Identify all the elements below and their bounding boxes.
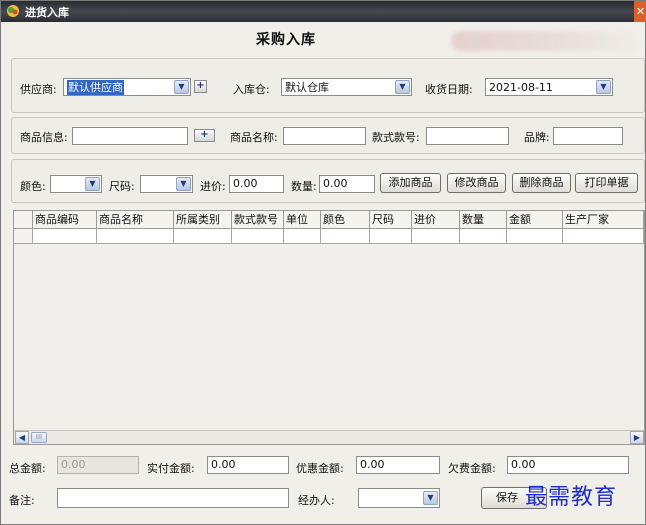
warehouse-value: 默认仓库: [285, 81, 329, 94]
table-cell[interactable]: [412, 229, 460, 244]
row-indicator: [14, 229, 33, 244]
row-indicator-header: [14, 211, 33, 229]
table-cell[interactable]: [284, 229, 321, 244]
col-product-code[interactable]: 商品编码: [33, 211, 97, 229]
col-color[interactable]: 颜色: [321, 211, 370, 229]
table-header: 商品编码 商品名称 所属类别 款式款号 单位 颜色 尺码 进价 数量 金额 生产…: [14, 211, 644, 229]
scrollbar-thumb[interactable]: III: [31, 432, 47, 443]
add-supplier-button[interactable]: +: [194, 80, 207, 93]
chevron-down-icon[interactable]: ▼: [423, 491, 438, 505]
col-price[interactable]: 进价: [412, 211, 460, 229]
quantity-input[interactable]: 0.00: [319, 175, 375, 193]
table-cell[interactable]: [370, 229, 412, 244]
table-cell[interactable]: [174, 229, 232, 244]
supplier-value: 默认供应商: [67, 80, 124, 95]
chevron-down-icon[interactable]: ▼: [174, 80, 189, 94]
col-manufacturer[interactable]: 生产厂家: [563, 211, 644, 229]
chevron-down-icon[interactable]: ▼: [395, 80, 410, 94]
chevron-down-icon[interactable]: ▼: [176, 177, 191, 191]
product-info-input[interactable]: [72, 127, 188, 145]
col-style-number[interactable]: 款式款号: [232, 211, 284, 229]
delete-product-button[interactable]: 删除商品: [512, 173, 571, 193]
discount-amount-label: 优惠金额:: [296, 462, 344, 475]
col-amount[interactable]: 金额: [507, 211, 563, 229]
col-category[interactable]: 所属类别: [174, 211, 232, 229]
window-title: 进货入库: [25, 6, 69, 19]
add-product-button[interactable]: 添加商品: [380, 173, 441, 193]
table-cell[interactable]: [97, 229, 174, 244]
handler-select[interactable]: ▼: [358, 488, 440, 508]
edit-product-button[interactable]: 修改商品: [447, 173, 506, 193]
warehouse-label: 入库仓:: [233, 83, 270, 96]
table-cell[interactable]: [232, 229, 284, 244]
arrow-right-icon[interactable]: ▶: [630, 431, 644, 444]
date-picker[interactable]: 2021-08-11 ▼: [485, 78, 613, 96]
paid-amount-label: 实付金额:: [147, 462, 195, 475]
style-number-label: 款式款号:: [372, 131, 420, 144]
table-cell[interactable]: [507, 229, 563, 244]
size-select[interactable]: ▼: [140, 175, 193, 193]
handler-label: 经办人:: [298, 494, 335, 507]
col-product-name[interactable]: 商品名称: [97, 211, 174, 229]
col-size[interactable]: 尺码: [370, 211, 412, 229]
color-select[interactable]: ▼: [50, 175, 102, 193]
discount-amount-input[interactable]: 0.00: [356, 456, 440, 474]
chevron-down-icon[interactable]: ▼: [85, 177, 100, 191]
price-input[interactable]: 0.00: [229, 175, 284, 193]
purchase-receipt-window: 进货入库 ✕ 采购入库 供应商: 默认供应商 ▼ + 入库仓: 默认仓库 ▼ 收…: [0, 0, 646, 525]
app-icon: [7, 5, 19, 17]
color-label: 颜色:: [20, 180, 46, 193]
product-info-label: 商品信息:: [20, 131, 68, 144]
style-number-input[interactable]: [426, 127, 509, 145]
chevron-down-icon[interactable]: ▼: [596, 80, 611, 94]
blurred-overlay: [451, 31, 639, 51]
table-cell[interactable]: [33, 229, 97, 244]
size-label: 尺码:: [109, 180, 135, 193]
brand-label: 品牌:: [524, 131, 550, 144]
table-row[interactable]: [14, 229, 644, 244]
col-unit[interactable]: 单位: [284, 211, 321, 229]
print-receipt-button[interactable]: 打印单据: [575, 173, 638, 193]
watermark: 最需教育: [525, 485, 618, 510]
remark-label: 备注:: [9, 494, 35, 507]
brand-input[interactable]: [553, 127, 623, 145]
product-name-input[interactable]: [283, 127, 366, 145]
price-label: 进价:: [200, 180, 226, 193]
title-bar[interactable]: 进货入库 ✕: [1, 1, 646, 22]
supplier-label: 供应商:: [20, 83, 57, 96]
supplier-select[interactable]: 默认供应商 ▼: [63, 78, 191, 96]
close-icon[interactable]: ✕: [634, 1, 646, 22]
owed-amount-input[interactable]: 0.00: [507, 456, 629, 474]
total-amount-label: 总金额:: [9, 462, 46, 475]
date-label: 收货日期:: [425, 83, 473, 96]
add-product-info-button[interactable]: +: [194, 129, 215, 142]
arrow-left-icon[interactable]: ◀: [15, 431, 29, 444]
paid-amount-input[interactable]: 0.00: [207, 456, 289, 474]
product-table[interactable]: 商品编码 商品名称 所属类别 款式款号 单位 颜色 尺码 进价 数量 金额 生产…: [13, 210, 645, 445]
horizontal-scrollbar[interactable]: ◀ III ▶: [14, 430, 644, 444]
date-value: 2021-08-11: [489, 81, 553, 94]
table-cell[interactable]: [460, 229, 507, 244]
owed-amount-label: 欠费金额:: [448, 462, 496, 475]
table-cell[interactable]: [321, 229, 370, 244]
col-quantity[interactable]: 数量: [460, 211, 507, 229]
table-cell[interactable]: [563, 229, 644, 244]
product-name-label: 商品名称:: [230, 131, 278, 144]
warehouse-select[interactable]: 默认仓库 ▼: [281, 78, 412, 96]
total-amount-field: 0.00: [57, 456, 139, 474]
quantity-label: 数量:: [291, 180, 317, 193]
remark-input[interactable]: [57, 488, 289, 508]
